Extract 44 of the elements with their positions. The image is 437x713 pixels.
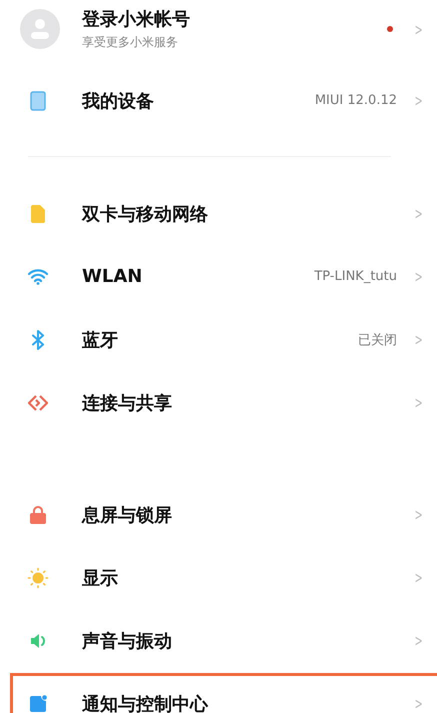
chevron-icon: > — [414, 91, 432, 110]
chevron-icon: > — [414, 204, 432, 223]
sun-icon — [27, 566, 49, 588]
item-value: MIUI 12.0.12 — [314, 93, 397, 108]
account-row[interactable]: 登录小米帐号 享受更多小米服务 > — [0, 0, 437, 58]
settings-item[interactable]: 通知与控制中心 > — [0, 672, 437, 713]
item-label: 声音与振动 — [82, 630, 173, 652]
settings-item[interactable]: WLAN TP-LINK_tutu > — [0, 245, 437, 308]
item-label: 双卡与移动网络 — [82, 202, 209, 226]
chevron-icon: > — [414, 505, 432, 524]
lock-icon — [29, 504, 47, 524]
settings-item[interactable]: 蓝牙 已关闭 > — [0, 308, 437, 371]
account-subtitle: 享受更多小米服务 — [82, 34, 179, 50]
settings-item[interactable]: 声音与振动 > — [0, 609, 437, 672]
speaker-icon — [29, 632, 47, 650]
settings-item[interactable]: 我的设备 MIUI 12.0.12 > — [0, 69, 437, 132]
notification-icon — [29, 694, 47, 712]
settings-item[interactable]: 显示 > — [0, 546, 437, 609]
settings-item[interactable]: 连接与共享 > — [0, 371, 437, 434]
sim-card-icon — [30, 204, 46, 224]
chevron-icon: > — [414, 568, 432, 587]
item-value: TP-LINK_tutu — [314, 269, 397, 284]
phone-icon — [30, 90, 46, 110]
item-label: 蓝牙 — [82, 328, 119, 352]
chevron-icon: > — [414, 631, 432, 650]
diamond-arrows-icon — [27, 394, 49, 412]
item-label: 通知与控制中心 — [82, 692, 210, 713]
item-value: 已关闭 — [358, 332, 397, 348]
item-label: 息屏与锁屏 — [82, 504, 173, 526]
chevron-icon: > — [414, 20, 432, 38]
account-title: 登录小米帐号 — [82, 8, 191, 32]
chevron-icon: > — [414, 330, 432, 349]
item-label: 显示 — [82, 566, 119, 590]
item-label: 连接与共享 — [82, 392, 173, 414]
chevron-icon: > — [414, 267, 432, 286]
avatar-icon — [20, 9, 60, 49]
bluetooth-icon — [31, 330, 45, 350]
settings-item[interactable]: 双卡与移动网络 > — [0, 182, 437, 245]
chevron-icon: > — [414, 694, 432, 713]
item-label: WLAN — [82, 266, 144, 287]
chevron-icon: > — [414, 393, 432, 412]
settings-item[interactable]: 息屏与锁屏 > — [0, 483, 437, 546]
wifi-icon — [27, 268, 49, 285]
item-label: 我的设备 — [82, 90, 155, 112]
